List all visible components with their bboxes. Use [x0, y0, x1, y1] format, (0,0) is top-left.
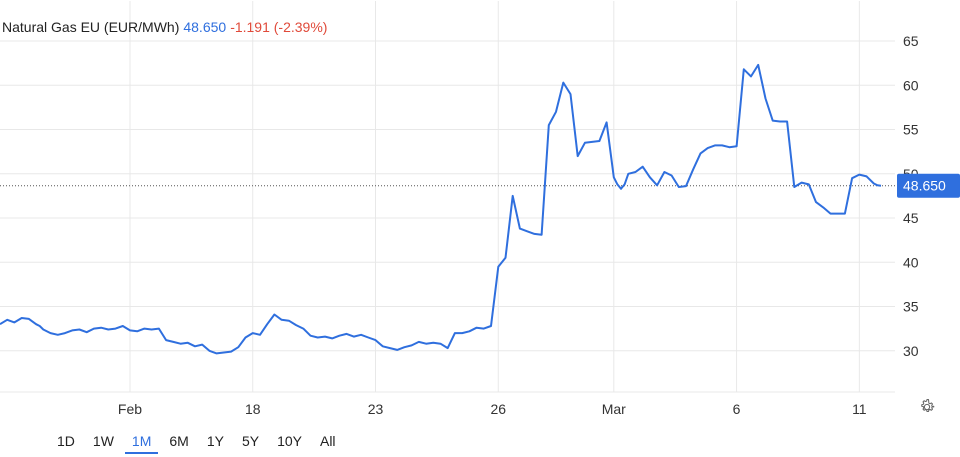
y-tick-label: 35: [903, 299, 919, 315]
y-tick-label: 45: [903, 210, 919, 226]
x-tick-label: Feb: [118, 401, 142, 417]
range-button-6m[interactable]: 6M: [160, 428, 197, 454]
last-price: 48.650: [183, 19, 227, 35]
current-price-badge-label: 48.650: [903, 178, 946, 194]
range-button-all[interactable]: All: [311, 428, 345, 454]
range-button-1d[interactable]: 1D: [48, 428, 84, 454]
price-change: -1.191 (-2.39%): [230, 19, 328, 35]
grid-lines: [0, 1, 895, 393]
range-button-5y[interactable]: 5Y: [233, 428, 268, 454]
price-chart[interactable]: 3035404550556065 Feb182326Mar611 48.650: [0, 0, 960, 457]
y-tick-label: 65: [903, 33, 919, 49]
y-tick-label: 40: [903, 254, 919, 270]
current-price-badge: 48.650: [897, 173, 960, 198]
x-tick-label: 6: [733, 401, 741, 417]
y-tick-label: 60: [903, 77, 919, 93]
range-button-1w[interactable]: 1W: [84, 428, 123, 454]
range-selector: 1D 1W 1M 6M 1Y 5Y 10Y All: [48, 428, 345, 454]
y-tick-label: 30: [903, 343, 919, 359]
x-axis-labels: Feb 18 23 26 Mar 6 11: [118, 401, 867, 417]
chart-container: 3035404550556065 Feb182326Mar611 48.650 …: [0, 0, 960, 457]
range-button-10y[interactable]: 10Y: [268, 428, 311, 454]
y-tick-label: 55: [903, 122, 919, 138]
x-tick-label: 26: [490, 401, 506, 417]
instrument-name: Natural Gas EU (EUR/MWh): [2, 19, 180, 35]
x-tick-label: 23: [368, 401, 384, 417]
range-button-1m[interactable]: 1M: [123, 428, 160, 454]
x-tick-label: Mar: [602, 401, 626, 417]
x-tick-label: 11: [852, 401, 867, 417]
range-button-1y[interactable]: 1Y: [198, 428, 233, 454]
x-tick-label: 18: [245, 401, 261, 417]
gear-icon[interactable]: [918, 398, 936, 416]
chart-legend: Natural Gas EU (EUR/MWh) 48.650 -1.191 (-2…: [2, 19, 327, 35]
series-line: [0, 63, 882, 355]
